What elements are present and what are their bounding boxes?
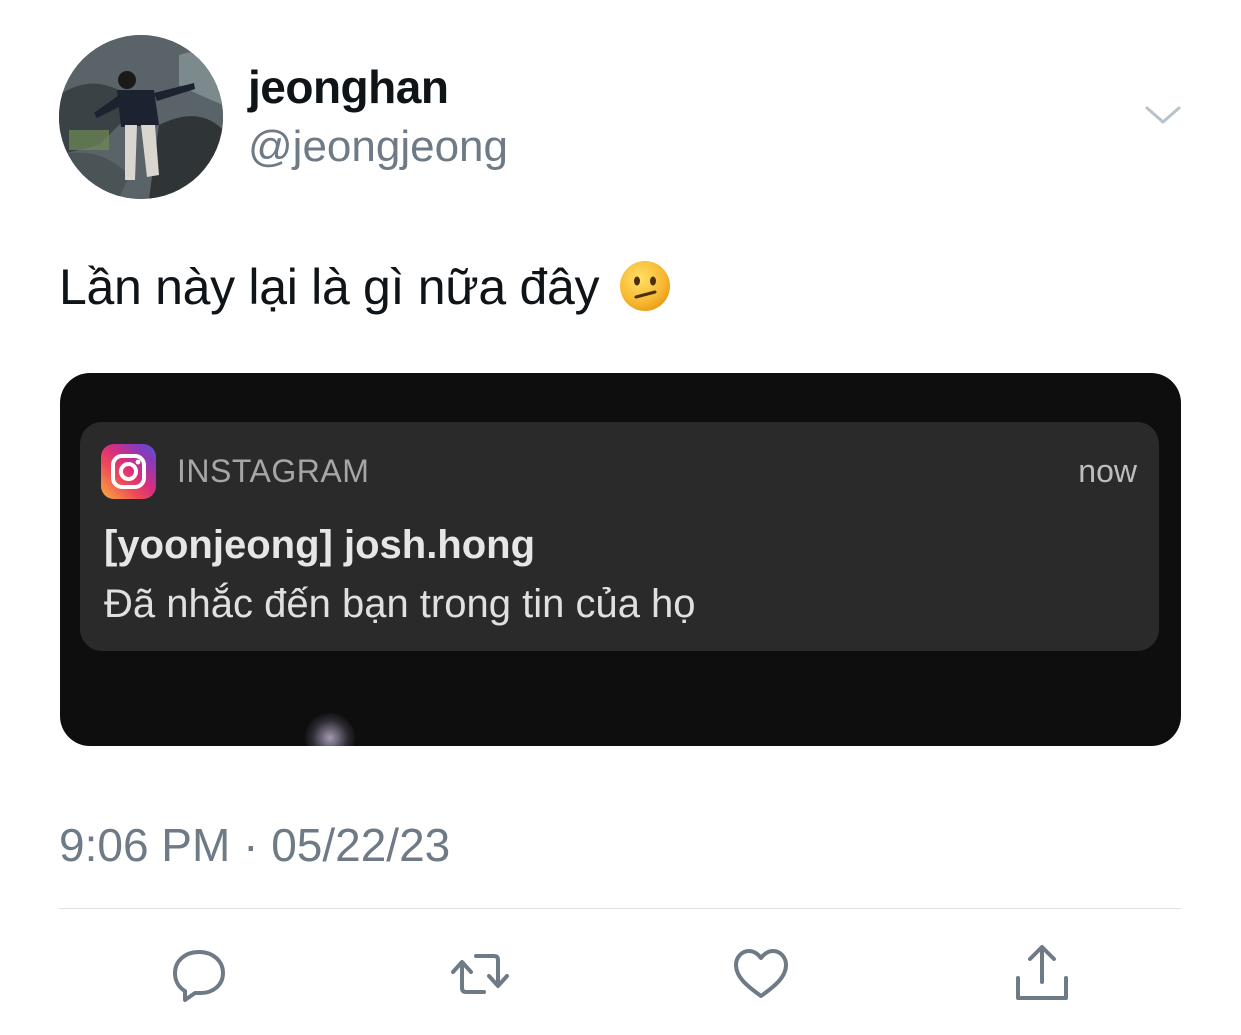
tweet-timestamp: 9:06 PM · 05/22/23 bbox=[59, 819, 451, 871]
share-icon[interactable] bbox=[1010, 942, 1074, 1006]
display-name[interactable]: jeonghan bbox=[248, 60, 449, 114]
background-light-spot bbox=[305, 713, 355, 746]
instagram-notification-card: INSTAGRAM now [yoonjeong] josh.hong Đã n… bbox=[80, 422, 1159, 651]
avatar-photo bbox=[59, 35, 223, 199]
reply-icon[interactable] bbox=[167, 942, 231, 1006]
notification-time: now bbox=[1078, 453, 1137, 489]
avatar[interactable] bbox=[59, 35, 223, 199]
user-handle[interactable]: @jeongjeong bbox=[248, 122, 508, 172]
notification-body: Đã nhắc đến bạn trong tin của họ bbox=[104, 582, 696, 626]
confused-face-emoji-icon bbox=[619, 260, 671, 312]
instagram-icon bbox=[101, 444, 156, 499]
chevron-down-icon[interactable] bbox=[1143, 100, 1183, 130]
notification-title: [yoonjeong] josh.hong bbox=[104, 523, 536, 567]
retweet-icon[interactable] bbox=[448, 942, 512, 1006]
like-icon[interactable] bbox=[729, 942, 793, 1006]
tweet-text: Lần này lại là gì nữa đây bbox=[59, 258, 671, 316]
notification-app-name: INSTAGRAM bbox=[177, 453, 370, 489]
tweet-media-image[interactable]: INSTAGRAM now [yoonjeong] josh.hong Đã n… bbox=[60, 373, 1181, 746]
tweet-text-content: Lần này lại là gì nữa đây bbox=[59, 259, 600, 315]
divider bbox=[59, 908, 1181, 909]
